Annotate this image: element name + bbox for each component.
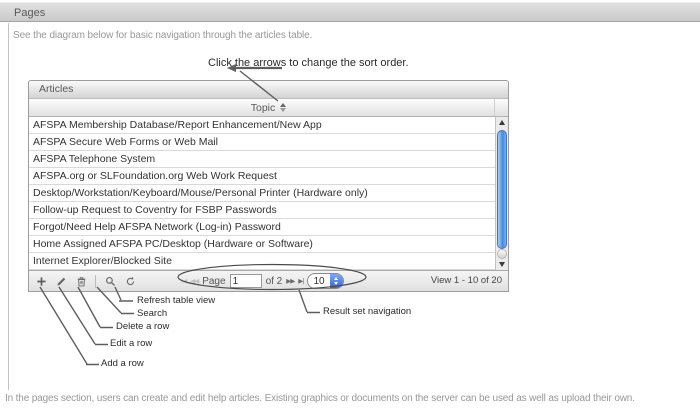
delete-row-button[interactable] — [75, 275, 87, 287]
table-row[interactable]: Follow-up Request to Coventry for FSBP P… — [29, 202, 508, 219]
pager-next-icon[interactable]: ▶▶ — [286, 277, 294, 285]
section-title: Pages — [14, 4, 45, 23]
trash-icon — [76, 276, 87, 287]
table-row[interactable]: Forgot/Need Help AFSPA Network (Log-in) … — [29, 219, 508, 236]
callout-search: Search — [137, 308, 167, 319]
toolbar-separator — [95, 275, 96, 288]
table-row[interactable]: AFSPA Telephone System — [29, 151, 508, 168]
pager-page-label: Page — [202, 276, 225, 287]
table-row[interactable]: AFSPA Membership Database/Report Enhance… — [29, 117, 508, 134]
page-size-value: 10 — [308, 276, 329, 287]
column-header-topic[interactable]: Topic — [29, 99, 508, 117]
callout-delete: Delete a row — [116, 321, 169, 332]
pager: |◀ ◀◀ Page of 2 ▶▶ ▶| 10 — [181, 271, 344, 291]
plus-icon — [36, 276, 47, 287]
page-size-select[interactable]: 10 — [307, 273, 343, 289]
pager-first-icon[interactable]: |◀ — [181, 277, 186, 285]
pager-prev-icon[interactable]: ◀◀ — [190, 277, 198, 285]
table-row[interactable]: Internet Explorer/Blocked Site — [29, 253, 508, 270]
section-header: Pages — [0, 2, 700, 22]
scroll-up-icon[interactable] — [496, 117, 508, 128]
page: Pages See the diagram below for basic na… — [0, 0, 700, 409]
pencil-icon — [56, 276, 67, 287]
sort-annotation: Click the arrows to change the sort orde… — [208, 57, 409, 69]
page-number-input[interactable] — [230, 274, 262, 288]
callout-refresh: Refresh table view — [137, 295, 215, 306]
callout-add: Add a row — [101, 358, 144, 369]
table-footer: |◀ ◀◀ Page of 2 ▶▶ ▶| 10 View 1 - 10 of … — [29, 270, 508, 291]
stepper-icon[interactable] — [330, 274, 343, 288]
refresh-button[interactable] — [124, 275, 136, 287]
bottom-note: In the pages section, users can create a… — [5, 393, 700, 404]
callout-edit: Edit a row — [110, 338, 152, 349]
pager-of-label: of 2 — [266, 276, 283, 287]
vertical-scrollbar[interactable] — [495, 117, 508, 270]
scrollbar-thumb[interactable] — [497, 130, 507, 249]
sort-arrows-icon[interactable] — [280, 103, 286, 112]
table-row[interactable]: Desktop/Workstation/Keyboard/Mouse/Perso… — [29, 185, 508, 202]
magnifier-icon — [105, 276, 116, 287]
table-row[interactable]: Home Assigned AFSPA PC/Desktop (Hardware… — [29, 236, 508, 253]
pager-last-icon[interactable]: ▶| — [298, 277, 303, 285]
scroll-down-icon[interactable] — [496, 259, 508, 270]
footer-toolbar — [35, 271, 136, 291]
view-status: View 1 - 10 of 20 — [431, 275, 502, 286]
table-rows: AFSPA Membership Database/Report Enhance… — [29, 117, 508, 270]
articles-table: Articles Topic AFSPA Membership Database… — [28, 80, 509, 292]
intro-text: See the diagram below for basic navigati… — [13, 30, 312, 41]
callout-result-nav: Result set navigation — [323, 306, 411, 317]
table-row[interactable]: AFSPA Secure Web Forms or Web Mail — [29, 134, 508, 151]
column-header-label: Topic — [251, 102, 276, 114]
search-button[interactable] — [104, 275, 116, 287]
edit-row-button[interactable] — [55, 275, 67, 287]
add-row-button[interactable] — [35, 275, 47, 287]
scrollbar-track-nub — [497, 249, 507, 259]
refresh-icon — [125, 276, 136, 287]
table-title-bar: Articles — [29, 81, 508, 99]
table-row[interactable]: AFSPA.org or SLFoundation.org Web Work R… — [29, 168, 508, 185]
